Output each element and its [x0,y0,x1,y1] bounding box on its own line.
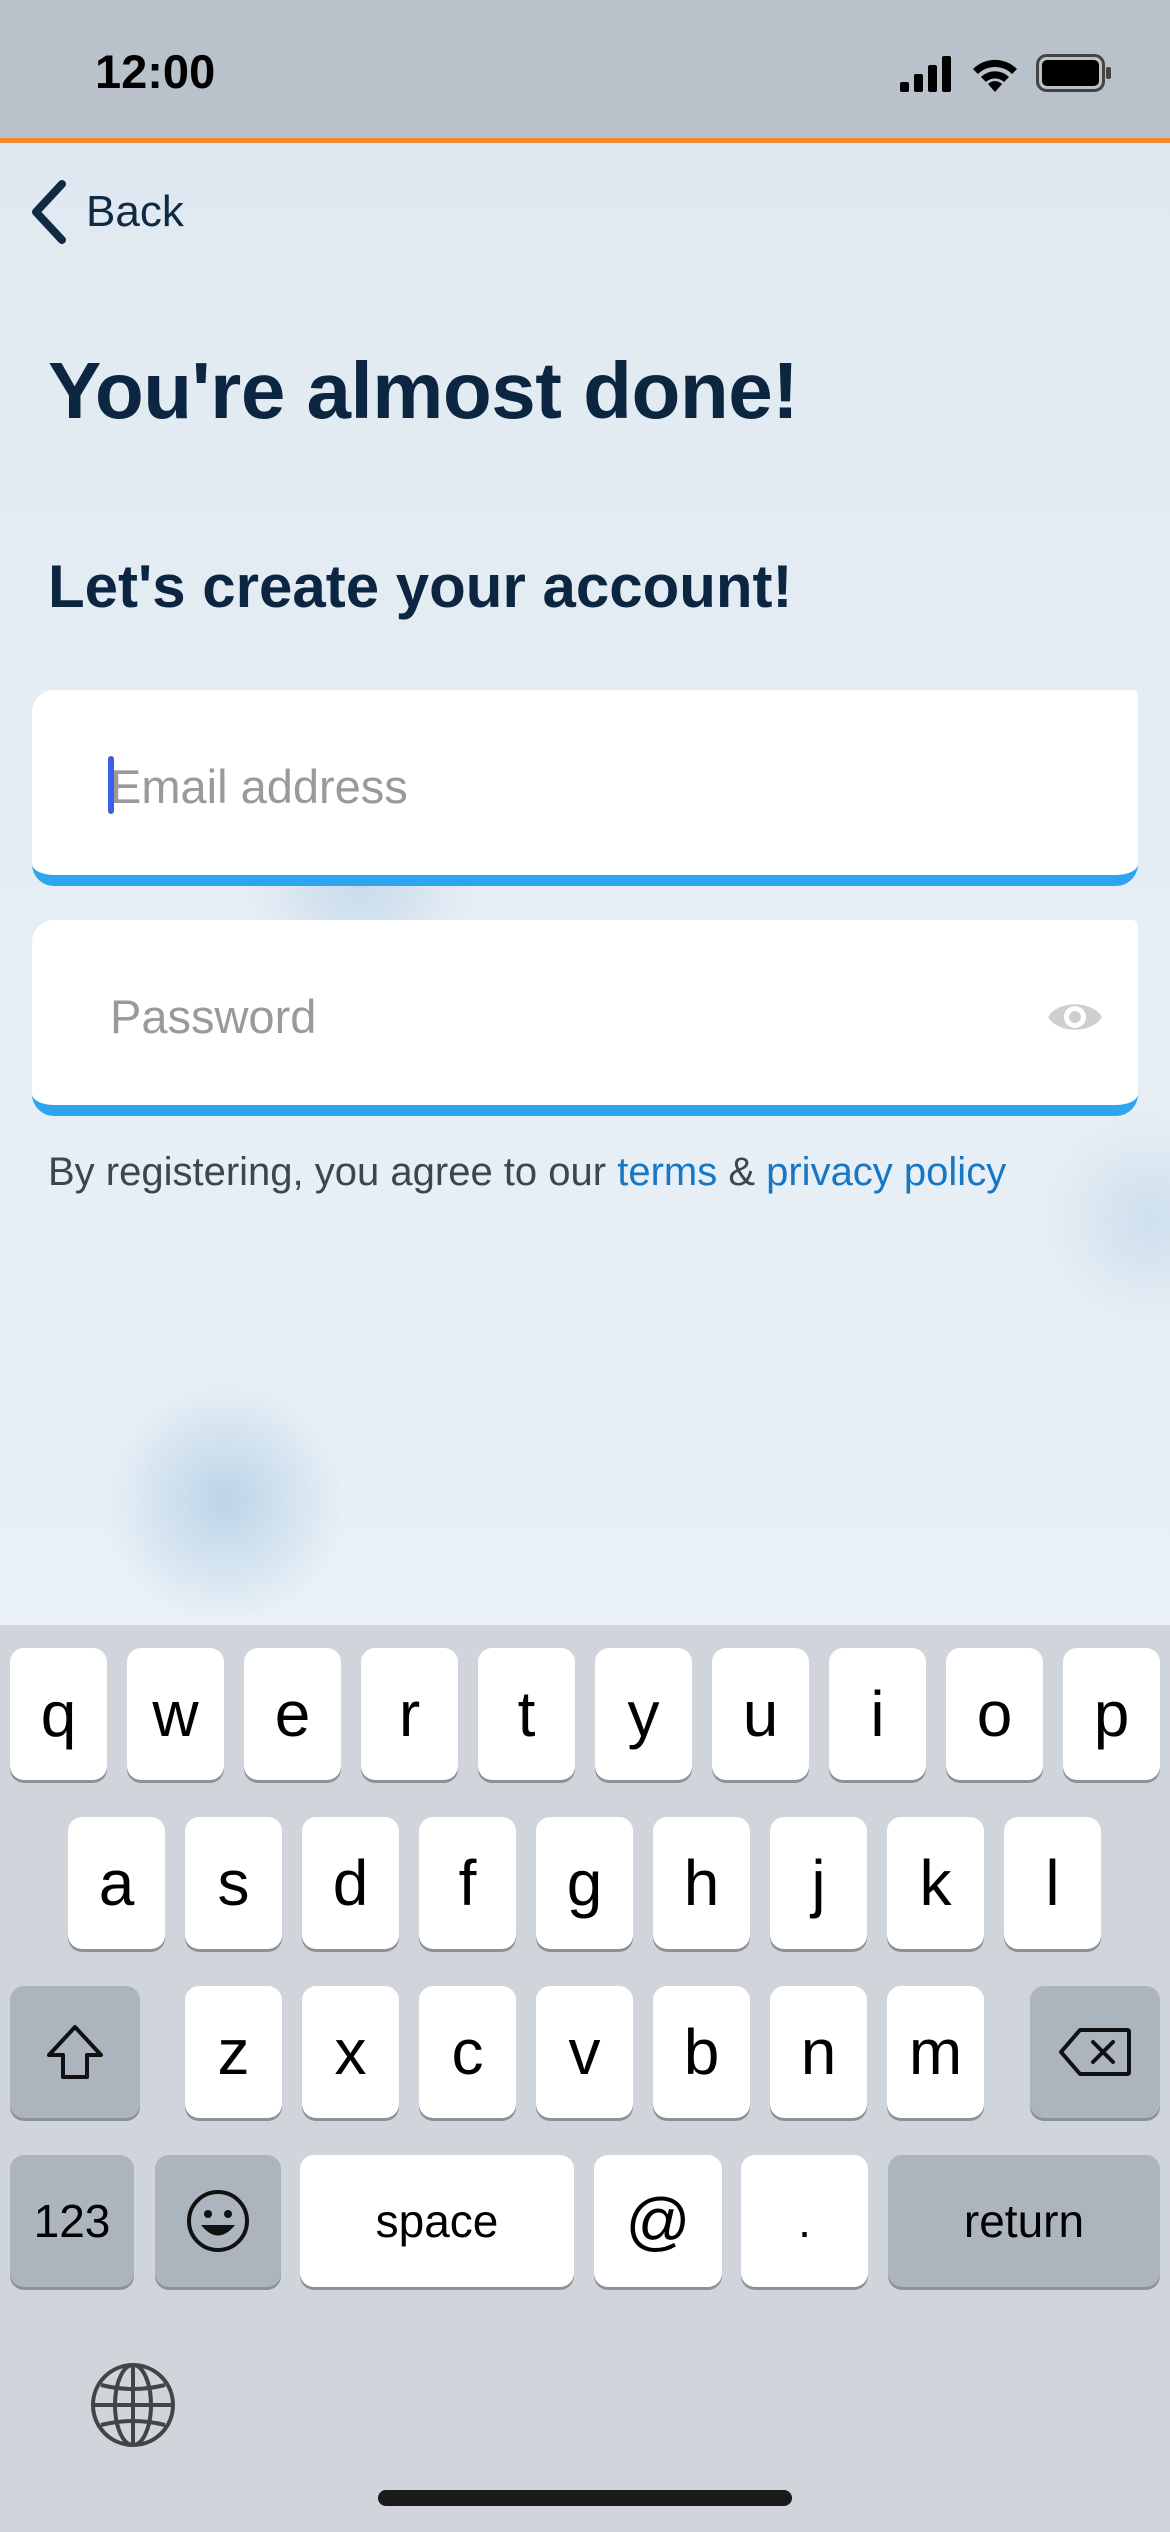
terms-link[interactable]: terms [617,1150,717,1194]
status-icons [900,52,1112,92]
numbers-key[interactable]: 123 [10,2155,134,2287]
status-bar: 12:00 [0,0,1170,143]
home-indicator [378,2490,792,2506]
page-title: You're almost done! [48,346,799,435]
key-h[interactable]: h [653,1817,750,1949]
key-f[interactable]: f [419,1817,516,1949]
keyboard-row-4: 123 space @ . return [0,2155,1170,2287]
shift-icon [47,2025,103,2079]
key-t[interactable]: t [478,1648,575,1780]
return-key[interactable]: return [888,2155,1160,2287]
key-b[interactable]: b [653,1986,750,2118]
key-s[interactable]: s [185,1817,282,1949]
status-time: 12:00 [95,45,216,98]
keyboard-row-3: z x c v b n m [0,1986,1170,2118]
privacy-policy-link[interactable]: privacy policy [766,1150,1006,1194]
key-v[interactable]: v [536,1986,633,2118]
text-caret [108,756,114,814]
key-z[interactable]: z [185,1986,282,2118]
email-field[interactable] [110,748,1010,824]
terms-amp: & [717,1150,767,1194]
page-subtitle: Let's create your account! [48,553,793,620]
delete-icon [1059,2028,1131,2076]
key-u[interactable]: u [712,1648,809,1780]
space-key[interactable]: space [300,2155,574,2287]
emoji-key[interactable] [155,2155,281,2287]
password-field[interactable] [110,978,1010,1054]
key-j[interactable]: j [770,1817,867,1949]
key-l[interactable]: l [1004,1817,1101,1949]
password-field-container [32,920,1138,1116]
key-y[interactable]: y [595,1648,692,1780]
key-d[interactable]: d [302,1817,399,1949]
shift-key[interactable] [10,1986,140,2118]
key-g[interactable]: g [536,1817,633,1949]
emoji-icon [187,2190,249,2252]
key-p[interactable]: p [1063,1648,1160,1780]
key-k[interactable]: k [887,1817,984,1949]
delete-key[interactable] [1030,1986,1160,2118]
key-r[interactable]: r [361,1648,458,1780]
terms-prefix: By registering, you agree to our [48,1150,618,1194]
key-o[interactable]: o [946,1648,1043,1780]
signal-icon [900,56,951,92]
key-m[interactable]: m [887,1986,984,2118]
key-e[interactable]: e [244,1648,341,1780]
at-key[interactable]: @ [594,2155,722,2287]
back-label: Back [86,187,184,236]
eye-icon[interactable] [1046,988,1104,1046]
back-button[interactable]: Back [30,180,184,244]
wifi-icon [973,59,1017,92]
email-field-container [32,690,1138,886]
terms-text: By registering, you agree to our terms &… [48,1150,1006,1195]
key-x[interactable]: x [302,1986,399,2118]
key-i[interactable]: i [829,1648,926,1780]
keyboard-row-1: q w e r t y u i o p [0,1648,1170,1780]
chevron-left-icon [32,180,66,244]
key-w[interactable]: w [127,1648,224,1780]
globe-icon[interactable] [88,2360,178,2450]
key-n[interactable]: n [770,1986,867,2118]
dot-key[interactable]: . [741,2155,868,2287]
keyboard-row-2: a s d f g h j k l [0,1817,1170,1949]
key-q[interactable]: q [10,1648,107,1780]
key-a[interactable]: a [68,1817,165,1949]
key-c[interactable]: c [419,1986,516,2118]
battery-icon [1036,54,1111,92]
